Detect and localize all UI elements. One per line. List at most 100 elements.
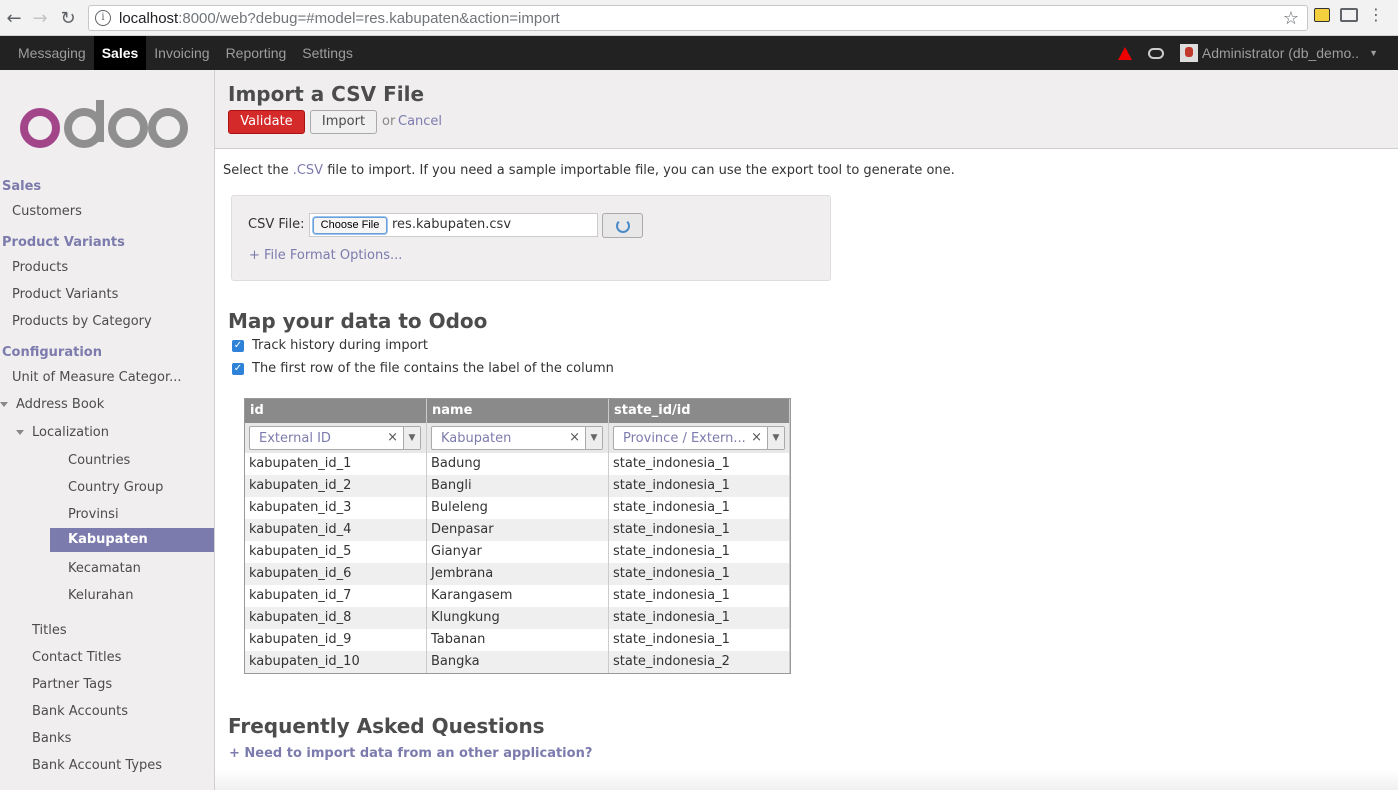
sidebar-item-kelurahan[interactable]: Kelurahan bbox=[68, 584, 133, 608]
url-host: localhost bbox=[119, 9, 179, 27]
field-select-name[interactable]: Kabupaten × ▼ bbox=[431, 426, 603, 450]
sidebar-item-kabupaten[interactable]: Kabupaten bbox=[50, 528, 214, 552]
import-button[interactable]: Import bbox=[310, 110, 377, 134]
sidebar-item-countries[interactable]: Countries bbox=[68, 449, 130, 473]
clear-icon[interactable]: × bbox=[387, 430, 398, 445]
first-row-header-label: The first row of the file contains the l… bbox=[252, 361, 614, 376]
sidebar-item-banks[interactable]: Banks bbox=[32, 727, 71, 751]
field-mapping-row: External ID × ▼ Kabupaten × ▼ Province /… bbox=[245, 423, 790, 453]
file-name: res.kabupaten.csv bbox=[392, 217, 512, 232]
bottom-fade bbox=[215, 770, 1398, 790]
caret-down-icon: ▼ bbox=[1369, 48, 1378, 58]
collapse-triangle-icon[interactable] bbox=[16, 430, 24, 435]
intro-text: Select the bbox=[223, 163, 293, 178]
browser-toolbar: ← → ↻ i localhost:8000/web?debug=#model=… bbox=[0, 0, 1398, 36]
table-cell: state_indonesia_1 bbox=[609, 541, 790, 563]
warning-icon[interactable] bbox=[1117, 46, 1132, 60]
dropdown-arrow-icon[interactable]: ▼ bbox=[767, 427, 784, 449]
table-cell: kabupaten_id_9 bbox=[245, 629, 427, 651]
table-cell: kabupaten_id_1 bbox=[245, 453, 427, 475]
sidebar-item-kecamatan[interactable]: Kecamatan bbox=[68, 557, 141, 581]
cancel-link[interactable]: Cancel bbox=[398, 114, 442, 129]
collapse-triangle-icon[interactable] bbox=[0, 402, 8, 407]
site-info-icon[interactable]: i bbox=[95, 10, 111, 26]
table-cell: Buleleng bbox=[427, 497, 609, 519]
sidebar-item-bank-account-types[interactable]: Bank Account Types bbox=[32, 754, 162, 778]
reload-file-button[interactable] bbox=[602, 213, 643, 238]
menu-sales[interactable]: Sales bbox=[93, 36, 147, 70]
field-select-id[interactable]: External ID × ▼ bbox=[249, 426, 421, 450]
track-history-label: Track history during import bbox=[252, 338, 428, 353]
sidebar-item-customers[interactable]: Customers bbox=[12, 200, 82, 224]
clear-icon[interactable]: × bbox=[569, 430, 580, 445]
table-cell: kabupaten_id_10 bbox=[245, 651, 427, 673]
address-bar[interactable]: i localhost:8000/web?debug=#model=res.ka… bbox=[88, 5, 1308, 31]
table-cell: state_indonesia_1 bbox=[609, 497, 790, 519]
table-body: kabupaten_id_1 Badung state_indonesia_1 kab… bbox=[245, 453, 790, 673]
table-cell: Bangli bbox=[427, 475, 609, 497]
sidebar-section-sales: Sales bbox=[2, 179, 42, 194]
first-row-header-checkbox[interactable]: ✓ bbox=[232, 362, 244, 375]
chat-icon[interactable] bbox=[1147, 47, 1164, 59]
selected-field: External ID bbox=[259, 431, 331, 446]
sidebar-item-partner-tags[interactable]: Partner Tags bbox=[32, 673, 112, 697]
sidebar-item-label: Localization bbox=[32, 425, 109, 440]
sidebar-item-country-group[interactable]: Country Group bbox=[68, 476, 163, 500]
sidebar-item-contact-titles[interactable]: Contact Titles bbox=[32, 646, 121, 670]
user-menu[interactable]: Administrator (db_demo.. ▼ bbox=[1179, 44, 1378, 62]
or-text: or bbox=[382, 114, 396, 129]
forward-icon[interactable]: → bbox=[28, 6, 52, 30]
sidebar-item-address-book[interactable]: Address Book bbox=[0, 393, 104, 417]
sidebar-item-product-variants[interactable]: Product Variants bbox=[12, 283, 118, 307]
menu-messaging[interactable]: Messaging bbox=[10, 36, 94, 70]
sidebar-item-provinsi[interactable]: Provinsi bbox=[68, 503, 119, 527]
sidebar-item-uom-categories[interactable]: Unit of Measure Categor... bbox=[12, 366, 182, 390]
validate-button[interactable]: Validate bbox=[228, 110, 305, 134]
menu-invoicing[interactable]: Invoicing bbox=[146, 36, 217, 70]
table-row: kabupaten_id_7 Karangasem state_indonesia_… bbox=[245, 585, 790, 607]
csv-file-input[interactable]: Choose File res.kabupaten.csv bbox=[309, 213, 598, 237]
first-row-header-option[interactable]: ✓ The first row of the file contains the… bbox=[232, 361, 614, 376]
reload-icon[interactable]: ↻ bbox=[56, 6, 80, 30]
url-path: :8000/web?debug=#model=res.kabupaten&act… bbox=[178, 9, 560, 27]
table-cell: state_indonesia_1 bbox=[609, 453, 790, 475]
sidebar-item-localization[interactable]: Localization bbox=[16, 421, 109, 445]
column-header-state-id: state_id/id bbox=[609, 399, 790, 423]
import-instructions: Select the .CSV file to import. If you n… bbox=[223, 163, 955, 178]
cast-icon[interactable] bbox=[1340, 8, 1358, 22]
table-cell: kabupaten_id_8 bbox=[245, 607, 427, 629]
table-cell: kabupaten_id_5 bbox=[245, 541, 427, 563]
table-row: kabupaten_id_3 Buleleng state_indonesia_1 bbox=[245, 497, 790, 519]
sidebar-item-products-by-category[interactable]: Products by Category bbox=[12, 310, 152, 334]
dropdown-arrow-icon[interactable]: ▼ bbox=[403, 427, 420, 449]
sidebar: Sales Customers Product Variants Product… bbox=[0, 70, 215, 790]
table-cell: Gianyar bbox=[427, 541, 609, 563]
sidebar-item-label: Address Book bbox=[16, 397, 105, 412]
extension-key-icon[interactable] bbox=[1314, 8, 1330, 22]
table-cell: state_indonesia_1 bbox=[609, 585, 790, 607]
back-icon[interactable]: ← bbox=[2, 6, 26, 30]
track-history-option[interactable]: ✓ Track history during import bbox=[232, 338, 428, 353]
browser-menu-icon[interactable]: ⋮ bbox=[1368, 7, 1384, 23]
choose-file-button[interactable]: Choose File bbox=[313, 217, 387, 234]
file-format-options-link[interactable]: + File Format Options... bbox=[249, 248, 402, 263]
user-name: Administrator (db_demo.. bbox=[1201, 45, 1360, 61]
bookmark-star-icon[interactable]: ☆ bbox=[1283, 8, 1299, 29]
table-cell: Jembrana bbox=[427, 563, 609, 585]
column-header-name: name bbox=[427, 399, 609, 423]
table-cell: Tabanan bbox=[427, 629, 609, 651]
sidebar-item-products[interactable]: Products bbox=[12, 256, 68, 280]
clear-icon[interactable]: × bbox=[751, 430, 762, 445]
control-panel: Import a CSV File Validate Import or Can… bbox=[215, 70, 1398, 149]
table-row: kabupaten_id_10 Bangka state_indonesia_2 bbox=[245, 651, 790, 673]
table-cell: state_indonesia_1 bbox=[609, 563, 790, 585]
dropdown-arrow-icon[interactable]: ▼ bbox=[585, 427, 602, 449]
table-cell: Karangasem bbox=[427, 585, 609, 607]
field-select-state-id[interactable]: Province / Extern... × ▼ bbox=[613, 426, 785, 450]
track-history-checkbox[interactable]: ✓ bbox=[232, 339, 244, 352]
sidebar-item-titles[interactable]: Titles bbox=[32, 619, 67, 643]
sidebar-item-bank-accounts[interactable]: Bank Accounts bbox=[32, 700, 128, 724]
faq-link-other-application[interactable]: + Need to import data from an other appl… bbox=[229, 746, 592, 761]
menu-settings[interactable]: Settings bbox=[294, 36, 361, 70]
menu-reporting[interactable]: Reporting bbox=[218, 36, 295, 70]
